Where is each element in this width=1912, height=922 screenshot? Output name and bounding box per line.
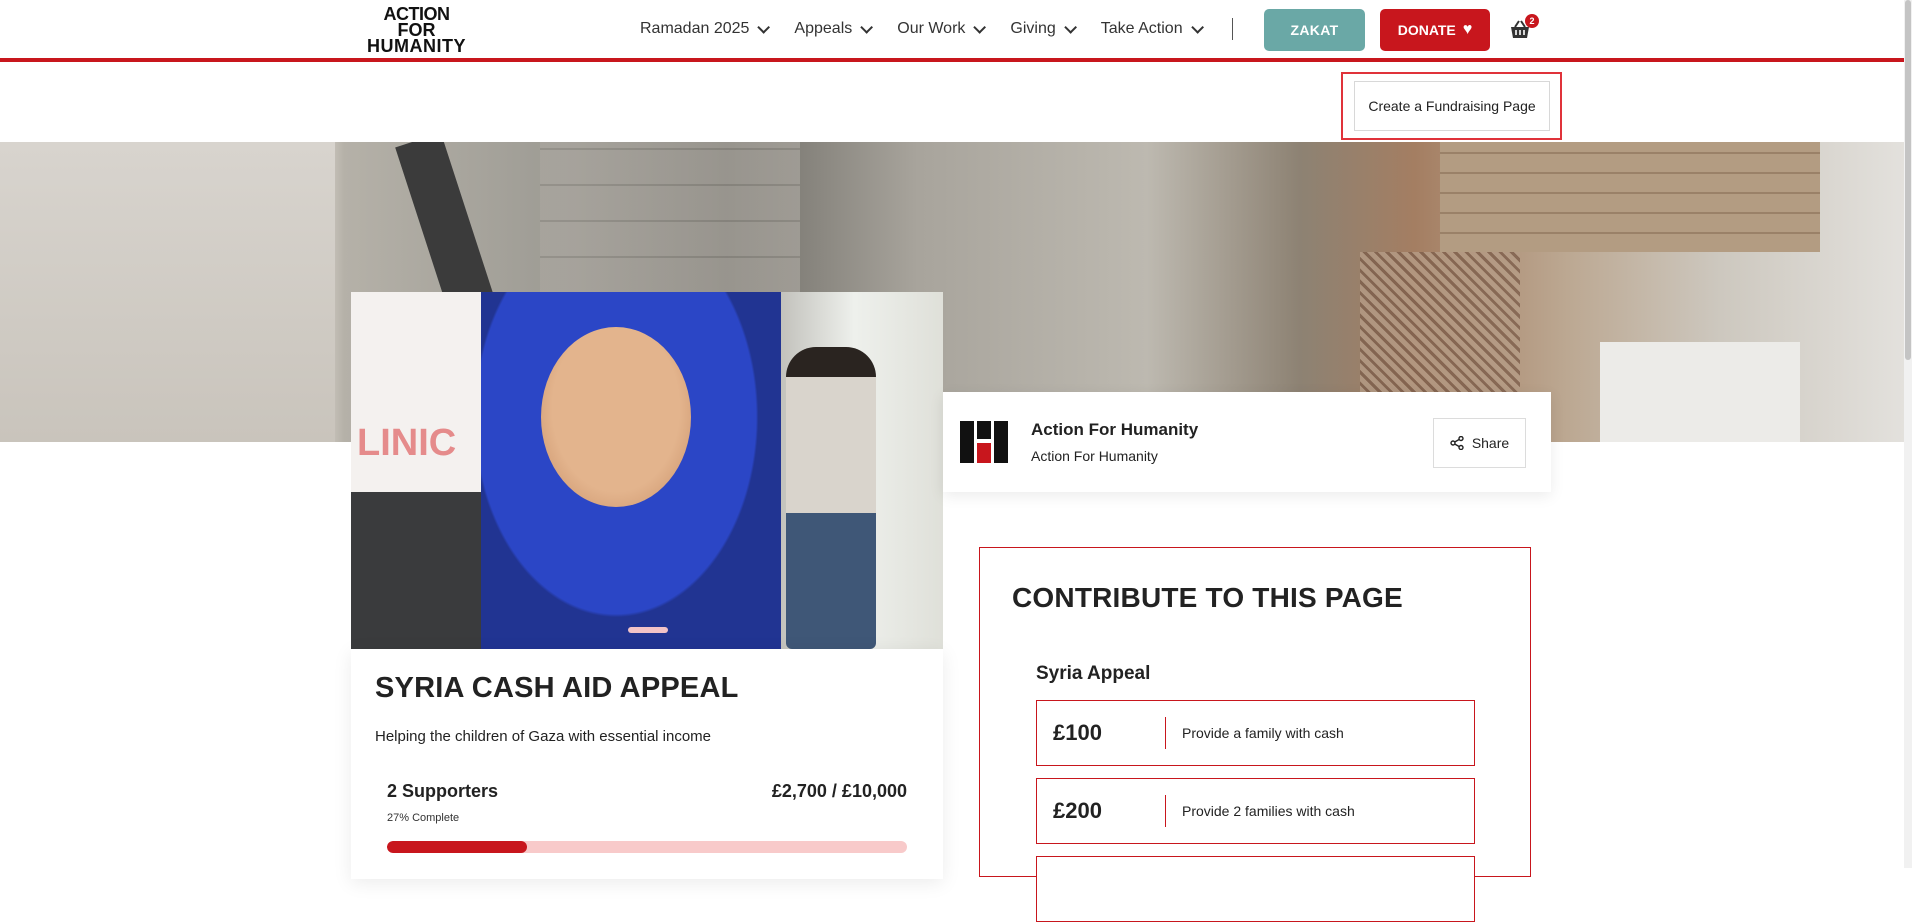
donation-option-desc: Provide 2 families with cash — [1182, 803, 1355, 819]
share-icon — [1450, 436, 1464, 450]
nav-appeals-label: Appeals — [794, 20, 853, 37]
nav-ramadan[interactable]: Ramadan 2025 — [640, 20, 771, 38]
main-nav: Ramadan 2025 Appeals Our Work Giving Tak… — [640, 0, 1251, 58]
site-header: ACTION FOR HUMANITY Ramadan 2025 Appeals… — [0, 0, 1912, 62]
donation-option-price: £200 — [1053, 798, 1102, 823]
create-page-highlight: Create a Fundraising Page — [1341, 72, 1562, 140]
clinic-sign: LINIC — [357, 422, 457, 464]
carousel-indicator[interactable] — [628, 627, 668, 633]
heart-icon: ♥ — [1462, 21, 1473, 38]
nav-take-action[interactable]: Take Action — [1100, 20, 1204, 38]
progress-bar — [387, 841, 907, 853]
chevron-down-icon — [1190, 20, 1204, 34]
contribute-heading: CONTRIBUTE TO THIS PAGE — [1012, 582, 1403, 613]
zakat-button[interactable]: ZAKAT — [1264, 9, 1365, 51]
nav-appeals[interactable]: Appeals — [794, 20, 874, 38]
nav-take-action-label: Take Action — [1100, 20, 1183, 37]
appeal-summary-card: SYRIA CASH AID APPEAL Helping the childr… — [351, 649, 943, 879]
chevron-down-icon — [973, 20, 987, 34]
organizer-name[interactable]: Action For Humanity — [1031, 420, 1198, 440]
organizer-subtitle: Action For Humanity — [1031, 448, 1158, 464]
contribute-box: CONTRIBUTE TO THIS PAGE Syria Appeal £10… — [979, 547, 1531, 922]
supporters-count: 2 Supporters — [387, 781, 499, 801]
share-label: Share — [1471, 435, 1510, 451]
share-button[interactable]: Share — [1433, 418, 1526, 468]
scrollbar-thumb[interactable] — [1905, 0, 1911, 360]
cart-count-badge: 2 — [1525, 14, 1539, 28]
donation-option[interactable]: £100 Provide a family with cash — [1036, 700, 1475, 766]
create-fundraising-page-button[interactable]: Create a Fundraising Page — [1354, 81, 1550, 131]
donation-option[interactable] — [1036, 856, 1475, 922]
raised-amount: £2,700 / £10,000 — [771, 781, 907, 801]
donate-button-label: DONATE — [1397, 22, 1456, 38]
organizer-card: Action For Humanity Action For Humanity … — [943, 392, 1551, 492]
donation-option-desc: Provide a family with cash — [1182, 725, 1344, 741]
nav-ramadan-label: Ramadan 2025 — [640, 20, 750, 37]
organizer-logo — [960, 419, 1010, 465]
chevron-down-icon — [1064, 20, 1077, 34]
progress-bar-fill — [387, 841, 528, 853]
donate-button[interactable]: DONATE ♥ — [1380, 9, 1490, 51]
chevron-down-icon — [860, 20, 874, 34]
nav-giving[interactable]: Giving — [1010, 20, 1077, 38]
contribute-appeal-name: Syria Appeal — [1036, 663, 1151, 684]
appeal-subtitle: Helping the children of Gaza with essent… — [375, 728, 712, 745]
nav-divider — [1231, 18, 1233, 40]
donation-option[interactable]: £200 Provide 2 families with cash — [1036, 778, 1475, 844]
appeal-photo: LINIC — [351, 292, 943, 649]
donation-option-price: £100 — [1053, 720, 1102, 745]
logo-line-3: HUMANITY — [367, 36, 466, 56]
percent-complete: 27% Complete — [387, 812, 460, 824]
appeal-title: SYRIA CASH AID APPEAL — [375, 672, 739, 704]
chevron-down-icon — [757, 20, 771, 34]
page-scrollbar[interactable] — [1904, 0, 1912, 868]
nav-our-work[interactable]: Our Work — [897, 20, 987, 38]
site-logo[interactable]: ACTION FOR HUMANITY — [359, 5, 474, 56]
nav-our-work-label: Our Work — [897, 20, 966, 37]
nav-giving-label: Giving — [1010, 20, 1056, 37]
